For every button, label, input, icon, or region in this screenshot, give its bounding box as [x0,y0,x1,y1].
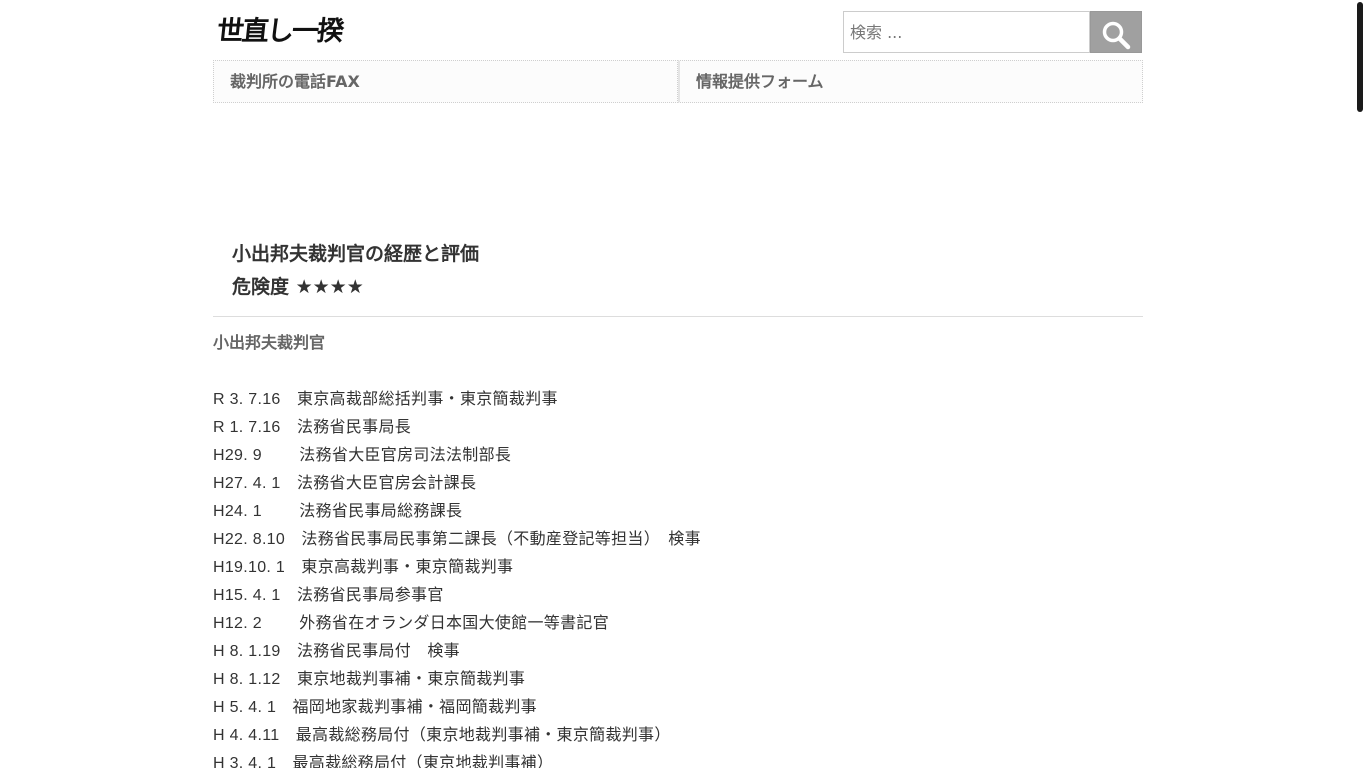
career-date: H 3. 4. 1 [213,755,293,768]
article-header: 小出邦夫裁判官の経歴と評価 危険度 ★★★★ [232,238,479,304]
career-post: 外務省在オランダ日本国大使館一等書記官 [299,613,609,632]
search-button[interactable] [1090,11,1142,53]
career-post: 法務省大臣官房司法法制部長 [299,445,512,464]
scrollbar-thumb[interactable] [1357,2,1363,112]
career-post: 法務省民事局長 [296,417,412,436]
career-row: H 3. 4. 1 最高裁総務局付（東京地裁判事補） [213,749,701,768]
career-list: R 3. 7.16 東京高裁部総括判事・東京簡裁判事 R 1. 7.16 法務省… [213,385,701,768]
search-icon [1102,21,1131,50]
career-row: H19.10. 1 東京高裁判事・東京簡裁判事 [213,553,701,581]
career-date: H15. 4. 1 [213,587,297,604]
career-date: H 8. 1.19 [213,643,297,660]
career-post: 法務省民事局付 検事 [296,641,460,660]
career-row: H 8. 1.19 法務省民事局付 検事 [213,637,701,665]
career-row: H 8. 1.12 東京地裁判事補・東京簡裁判事 [213,665,701,693]
career-post: 法務省民事局参事官 [296,585,444,604]
nav-item-info-form[interactable]: 情報提供フォーム [678,60,1143,103]
career-date: H 4. 4.11 [213,727,296,744]
search-form [843,11,1142,53]
page-title: 小出邦夫裁判官の経歴と評価 [232,243,480,265]
career-date: R 1. 7.16 [213,419,297,436]
page: 世直し一揆 裁判所の電話FAX 情報提供フォーム 小出邦夫裁判官の経歴と評価 危… [0,0,1366,768]
career-row: H15. 4. 1 法務省民事局参事官 [213,581,701,609]
nav-item-court-phone-fax[interactable]: 裁判所の電話FAX [213,60,678,103]
career-row: R 1. 7.16 法務省民事局長 [213,413,701,441]
career-post: 東京高裁判事・東京簡裁判事 [301,557,514,576]
career-row: H22. 8.10 法務省民事局民事第二課長（不動産登記等担当） 検事 [213,525,701,553]
career-date: H19.10. 1 [213,559,302,576]
career-post: 法務省民事局民事第二課長（不動産登記等担当） 検事 [301,529,701,548]
career-date: R 3. 7.16 [213,391,297,408]
career-date: H27. 4. 1 [213,475,297,492]
career-date: H22. 8.10 [213,531,302,548]
career-row: R 3. 7.16 東京高裁部総括判事・東京簡裁判事 [213,385,701,413]
danger-rating: 危険度 ★★★★ [232,276,364,298]
career-date: H24. 1 [213,503,300,520]
search-input[interactable] [843,11,1090,53]
career-row: H27. 4. 1 法務省大臣官房会計課長 [213,469,701,497]
career-post: 東京高裁部総括判事・東京簡裁判事 [296,389,558,408]
career-post: 法務省大臣官房会計課長 [296,473,477,492]
career-post: 法務省民事局総務課長 [299,501,463,520]
career-post: 最高裁総務局付（東京地裁判事補） [292,753,554,768]
subject-name: 小出邦夫裁判官 [213,333,326,352]
career-row: H24. 1 法務省民事局総務課長 [213,497,701,525]
career-row: H 4. 4.11 最高裁総務局付（東京地裁判事補・東京簡裁判事） [213,721,701,749]
career-date: H 8. 1.12 [213,671,297,688]
career-row: H29. 9 法務省大臣官房司法法制部長 [213,441,701,469]
career-row: H 5. 4. 1 福岡地家裁判事補・福岡簡裁判事 [213,693,701,721]
career-date: H 5. 4. 1 [213,699,293,716]
career-date: H29. 9 [213,447,300,464]
career-post: 福岡地家裁判事補・福岡簡裁判事 [292,697,537,716]
page-scrollbar[interactable] [1354,0,1366,768]
career-date: H12. 2 [213,615,300,632]
main-nav: 裁判所の電話FAX 情報提供フォーム [213,60,1143,103]
site-logo[interactable]: 世直し一揆 [215,14,344,50]
career-post: 東京地裁判事補・東京簡裁判事 [296,669,526,688]
career-post: 最高裁総務局付（東京地裁判事補・東京簡裁判事） [295,725,671,744]
career-row: H12. 2 外務省在オランダ日本国大使館一等書記官 [213,609,701,637]
title-divider [213,316,1143,317]
